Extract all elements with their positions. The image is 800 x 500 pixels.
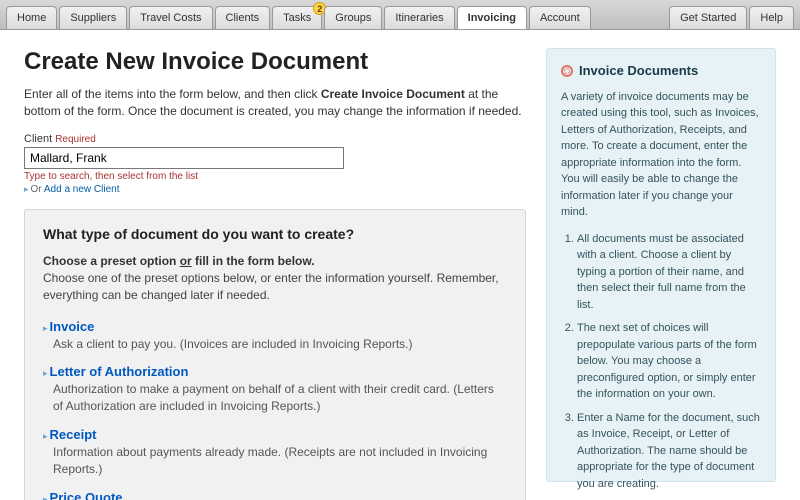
caret-icon: ▸ <box>24 184 29 194</box>
panel-heading: What type of document do you want to cre… <box>43 226 507 242</box>
tab-tasks-label: Tasks <box>283 12 311 24</box>
sidebar-steps: All documents must be associated with a … <box>577 231 761 500</box>
sub-u: or <box>180 254 192 268</box>
preset-receipt-desc: Information about payments already made.… <box>53 444 507 478</box>
client-or: Or <box>31 184 44 195</box>
tab-get-started[interactable]: Get Started <box>669 6 747 29</box>
sub-a: Choose a preset option <box>43 254 180 268</box>
caret-icon: ▸ <box>43 431 48 441</box>
preset-pricequote: ▸Price Quote A description of how much t… <box>43 490 507 500</box>
help-sidebar: Invoice Documents A variety of invoice d… <box>546 48 776 482</box>
preset-loa-link[interactable]: Letter of Authorization <box>50 364 189 379</box>
sidebar-intro: A variety of invoice documents may be cr… <box>561 89 761 221</box>
sidebar-step-3: Enter a Name for the document, such as I… <box>577 410 761 493</box>
preset-pricequote-link[interactable]: Price Quote <box>50 490 123 500</box>
tab-itineraries[interactable]: Itineraries <box>384 6 454 29</box>
client-input[interactable] <box>24 147 344 169</box>
sidebar-step-2: The next set of choices will prepopulate… <box>577 320 761 403</box>
client-label-text: Client <box>24 133 52 145</box>
sidebar-heading: Invoice Documents <box>561 61 761 81</box>
add-client-link[interactable]: Add a new Client <box>44 184 120 195</box>
preset-invoice-link[interactable]: Invoice <box>50 319 95 334</box>
caret-icon: ▸ <box>43 494 48 500</box>
top-nav: Home Suppliers Travel Costs Clients Task… <box>0 0 800 30</box>
preset-receipt: ▸Receipt Information about payments alre… <box>43 427 507 478</box>
preset-loa: ▸Letter of Authorization Authorization t… <box>43 364 507 415</box>
tab-groups[interactable]: Groups <box>324 6 382 29</box>
preset-invoice: ▸Invoice Ask a client to pay you. (Invoi… <box>43 319 507 353</box>
client-hint: Type to search, then select from the lis… <box>24 171 526 182</box>
page-title: Create New Invoice Document <box>24 48 526 76</box>
panel-subheading: Choose a preset option or fill in the fo… <box>43 254 507 268</box>
intro-bold: Create Invoice Document <box>321 87 465 101</box>
preset-invoice-desc: Ask a client to pay you. (Invoices are i… <box>53 336 507 353</box>
tab-travel-costs[interactable]: Travel Costs <box>129 6 212 29</box>
tab-invoicing[interactable]: Invoicing <box>457 6 527 29</box>
doc-type-panel: What type of document do you want to cre… <box>24 209 526 500</box>
panel-subtext: Choose one of the preset options below, … <box>43 270 507 305</box>
main-content: Create New Invoice Document Enter all of… <box>24 48 526 482</box>
sidebar-heading-text: Invoice Documents <box>579 61 698 81</box>
client-label: Client Required <box>24 133 526 145</box>
caret-icon: ▸ <box>43 323 48 333</box>
tab-clients[interactable]: Clients <box>215 6 271 29</box>
sub-b: fill in the form below. <box>192 254 315 268</box>
preset-receipt-link[interactable]: Receipt <box>50 427 97 442</box>
page-intro: Enter all of the items into the form bel… <box>24 86 526 121</box>
preset-loa-desc: Authorization to make a payment on behal… <box>53 381 507 415</box>
lifesaver-icon <box>561 65 573 77</box>
tab-home[interactable]: Home <box>6 6 57 29</box>
client-required: Required <box>55 134 96 145</box>
tab-suppliers[interactable]: Suppliers <box>59 6 127 29</box>
client-add-row: ▸Or Add a new Client <box>24 184 526 195</box>
sidebar-step-1: All documents must be associated with a … <box>577 231 761 314</box>
tab-account[interactable]: Account <box>529 6 591 29</box>
intro-text-1: Enter all of the items into the form bel… <box>24 87 321 101</box>
caret-icon: ▸ <box>43 368 48 378</box>
tab-tasks[interactable]: Tasks 2 <box>272 6 322 29</box>
tab-help[interactable]: Help <box>749 6 794 29</box>
